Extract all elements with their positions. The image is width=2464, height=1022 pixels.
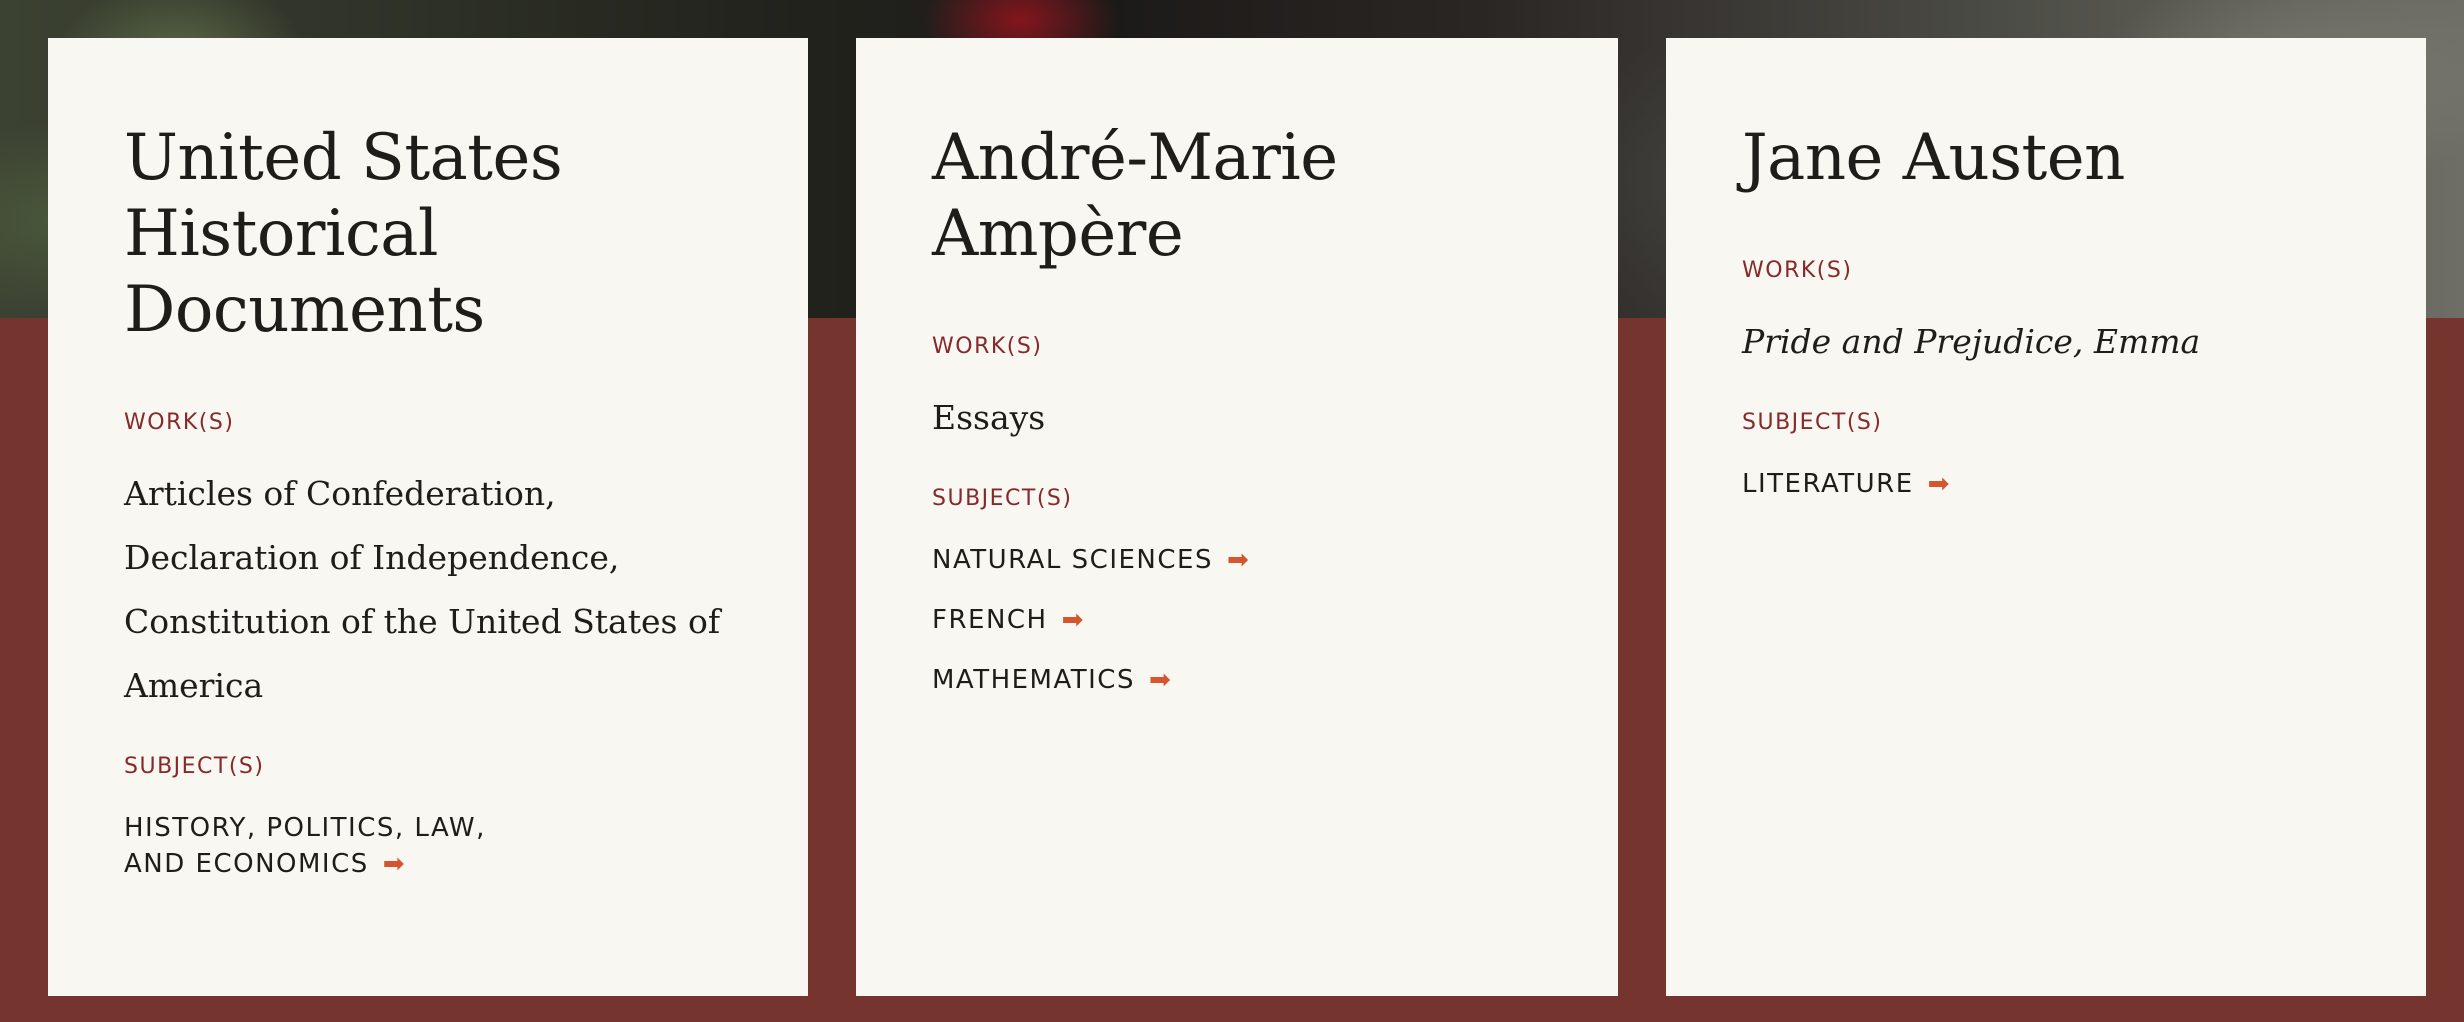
works-list: Articles of Confederation, Declaration o…: [124, 474, 721, 705]
subject-link[interactable]: HISTORY, POLITICS, LAW, AND ECONOMICS ➡: [124, 810, 554, 882]
works-list: Essays: [932, 398, 1046, 437]
author-card: United States Historical Documents WORK(…: [48, 38, 808, 996]
arrow-right-icon: ➡: [382, 849, 407, 879]
subject-list: NATURAL SCIENCES ➡ FRENCH ➡ MATHEMATICS ➡: [932, 542, 1542, 698]
subject-link[interactable]: LITERATURE ➡: [1742, 466, 2350, 502]
author-name: United States Historical Documents: [124, 121, 563, 347]
arrow-right-icon: ➡: [1061, 605, 1085, 635]
works-label: WORK(S): [1742, 258, 1853, 283]
arrow-right-icon: ➡: [1148, 665, 1173, 695]
subjects-label: SUBJECT(S): [124, 754, 265, 779]
subject-link[interactable]: MATHEMATICS ➡: [932, 662, 1542, 698]
author-name: André-Marie Ampère: [932, 121, 1338, 271]
subject-link-label: HISTORY, POLITICS, LAW, AND ECONOMICS: [124, 813, 486, 879]
subjects-label: SUBJECT(S): [1742, 410, 1883, 435]
subject-list: LITERATURE ➡: [1742, 466, 2350, 502]
works-list: Pride and Prejudice, Emma: [1742, 322, 2201, 361]
author-name: Jane Austen: [1742, 121, 2125, 195]
author-card: André-Marie Ampère WORK(S) Essays SUBJEC…: [856, 38, 1618, 996]
subject-link-label: LITERATURE: [1742, 469, 1914, 499]
subject-link[interactable]: NATURAL SCIENCES ➡: [932, 542, 1542, 578]
subject-list: HISTORY, POLITICS, LAW, AND ECONOMICS ➡: [124, 810, 732, 882]
author-card: Jane Austen WORK(S) Pride and Prejudice,…: [1666, 38, 2426, 996]
works-label: WORK(S): [932, 334, 1043, 359]
subject-link-label: MATHEMATICS: [932, 665, 1135, 695]
subject-link-label: NATURAL SCIENCES: [932, 545, 1213, 575]
arrow-right-icon: ➡: [1927, 469, 1951, 499]
works-label: WORK(S): [124, 410, 235, 435]
subject-link-label: FRENCH: [932, 605, 1048, 635]
arrow-right-icon: ➡: [1226, 545, 1251, 575]
subjects-label: SUBJECT(S): [932, 486, 1073, 511]
subject-link[interactable]: FRENCH ➡: [932, 602, 1542, 638]
